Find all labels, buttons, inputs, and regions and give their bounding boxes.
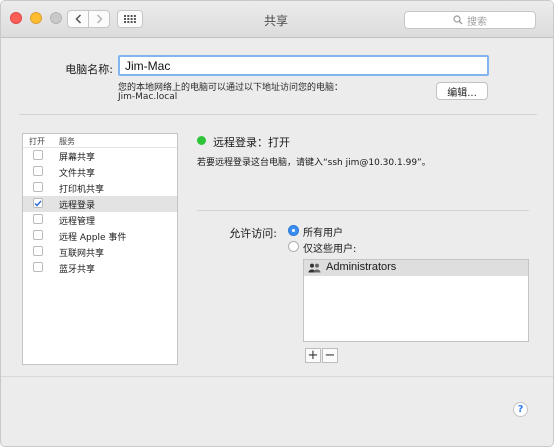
- service-checkbox[interactable]: [33, 214, 43, 224]
- minimize-window-button[interactable]: [30, 12, 42, 24]
- divider: [19, 114, 537, 115]
- service-checkbox[interactable]: [33, 182, 43, 192]
- service-row-remote-management[interactable]: 远程管理: [23, 212, 177, 228]
- show-all-button[interactable]: [117, 10, 143, 28]
- service-checkbox[interactable]: [33, 230, 43, 240]
- computer-name-label: 电脑名称:: [65, 63, 113, 76]
- service-checkbox-checked[interactable]: [33, 198, 43, 208]
- service-checkbox[interactable]: [33, 150, 43, 160]
- service-row-remote-login[interactable]: 远程登录: [23, 196, 177, 212]
- divider: [197, 210, 529, 211]
- service-status: 远程登录：打开: [213, 136, 290, 149]
- grid-icon: [124, 15, 136, 23]
- service-label: 蓝牙共享: [59, 265, 96, 275]
- service-row-printer-sharing[interactable]: 打印机共享: [23, 180, 177, 196]
- checkmark-icon: [34, 200, 42, 207]
- header-on: 打开: [29, 137, 45, 146]
- service-checkbox[interactable]: [33, 262, 43, 272]
- remove-user-button[interactable]: −: [322, 348, 338, 363]
- service-label: 打印机共享: [59, 185, 105, 195]
- radio-only-these-users[interactable]: [288, 241, 299, 252]
- preferences-window: 共享 搜索 电脑名称: 您的本地网络上的电脑可以通过以下地址访问您的电脑： Ji…: [0, 0, 554, 447]
- service-row-file-sharing[interactable]: 文件共享: [23, 164, 177, 180]
- search-placeholder: 搜索: [467, 16, 487, 28]
- status-indicator: [197, 136, 206, 145]
- service-row-bluetooth-sharing[interactable]: 蓝牙共享: [23, 260, 177, 276]
- service-checkbox[interactable]: [33, 246, 43, 256]
- users-list[interactable]: Administrators: [303, 259, 529, 342]
- services-list: 打开 服务 屏幕共享 文件共享 打印机共享 远程登录 远程管理 远程 Apple…: [22, 133, 178, 365]
- service-label: 远程登录: [59, 201, 96, 211]
- ssh-hint: 若要远程登录这台电脑，请键入“ssh jim@10.30.1.99”。: [197, 158, 431, 168]
- add-user-button[interactable]: +: [305, 348, 321, 363]
- service-row-screen-sharing[interactable]: 屏幕共享: [23, 148, 177, 164]
- services-header: 打开 服务: [23, 134, 177, 148]
- service-label: 远程 Apple 事件: [59, 233, 127, 243]
- radio-all-users-label[interactable]: 所有用户: [303, 224, 343, 239]
- forward-button[interactable]: [88, 10, 110, 28]
- group-icon: [308, 263, 321, 273]
- close-window-button[interactable]: [10, 12, 22, 24]
- service-label: 屏幕共享: [59, 153, 96, 163]
- service-label: 互联网共享: [59, 249, 105, 259]
- header-service: 服务: [59, 137, 75, 146]
- window-title: 共享: [263, 14, 288, 28]
- service-label: 远程管理: [59, 217, 96, 227]
- service-row-internet-sharing[interactable]: 互联网共享: [23, 244, 177, 260]
- local-address: Jim-Mac.local: [118, 92, 178, 102]
- divider: [1, 376, 553, 377]
- user-name: Administrators: [326, 261, 397, 273]
- search-icon: [453, 15, 463, 25]
- chevron-right-icon: [96, 14, 103, 24]
- radio-all-users[interactable]: [288, 225, 299, 236]
- help-button[interactable]: ?: [513, 402, 528, 417]
- zoom-window-button[interactable]: [50, 12, 62, 24]
- edit-button[interactable]: 编辑...: [436, 82, 488, 100]
- titlebar: 共享 搜索: [1, 1, 553, 38]
- service-row-remote-apple-events[interactable]: 远程 Apple 事件: [23, 228, 177, 244]
- service-label: 文件共享: [59, 169, 96, 179]
- search-field[interactable]: 搜索: [404, 11, 536, 29]
- service-checkbox[interactable]: [33, 166, 43, 176]
- chevron-left-icon: [74, 14, 81, 24]
- back-button[interactable]: [67, 10, 89, 28]
- access-label: 允许访问:: [229, 227, 277, 240]
- list-item[interactable]: Administrators: [304, 260, 528, 276]
- radio-only-these-users-label[interactable]: 仅这些用户:: [303, 240, 356, 255]
- computer-name-input[interactable]: [118, 55, 489, 76]
